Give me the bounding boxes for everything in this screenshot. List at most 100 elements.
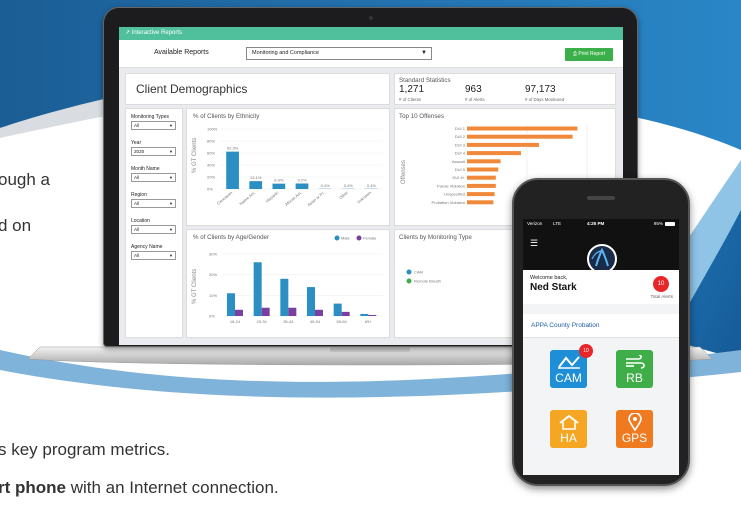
offense-label: Assault xyxy=(452,159,466,164)
offense-bar xyxy=(467,192,495,197)
bar-female-65+ xyxy=(368,314,377,316)
filter-panel: Monitoring Types All ▼ Year 2020 ▼ Month N… xyxy=(125,108,183,338)
filter-label-location: Location xyxy=(131,218,150,224)
report-select-value: Monitoring and Compliance xyxy=(252,50,319,56)
offense-label: DUI 3 xyxy=(455,142,466,147)
print-button-label: Print Report xyxy=(578,51,606,57)
bar-female-18-24 xyxy=(235,309,243,316)
report-select[interactable]: Monitoring and Compliance ▼ xyxy=(246,47,432,60)
bar-hispanic xyxy=(272,183,286,189)
data-label: 13.1% xyxy=(250,175,262,180)
y-tick-label: 80% xyxy=(207,139,215,144)
house-icon xyxy=(559,414,579,430)
data-label: 8.9% xyxy=(274,178,284,183)
tile-rb[interactable]: RB xyxy=(616,350,653,388)
tile-ha[interactable]: HA xyxy=(550,410,587,448)
battery-label: 95% xyxy=(653,221,663,226)
filter-select-agency[interactable]: All ▼ xyxy=(131,251,176,260)
bar-native-am- xyxy=(249,181,263,189)
phone-app-header: ☰ xyxy=(523,228,679,274)
offense-label: DUI 6+ xyxy=(452,175,465,180)
marketing-graphic: ough a d on s key program metrics. rt ph… xyxy=(0,0,741,516)
tile-cam-label: CAM xyxy=(555,371,582,385)
filter-select-month[interactable]: All ▼ xyxy=(131,173,176,182)
y-tick-label: 0% xyxy=(209,314,215,319)
offense-label: DUI 1 xyxy=(455,126,466,131)
filter-select-region[interactable]: All ▼ xyxy=(131,199,176,208)
chart-line-icon xyxy=(558,356,580,369)
filter-label-month: Month Name xyxy=(131,166,160,172)
hamburger-menu-icon[interactable]: ☰ xyxy=(530,238,538,249)
x-tick-label: Unknown xyxy=(356,190,372,205)
offense-bar xyxy=(467,183,496,188)
clock-label: 4:25 PM xyxy=(587,221,605,226)
offense-label: DUI 2 xyxy=(455,134,466,139)
bar-male-35-44 xyxy=(280,278,289,316)
filter-select-year[interactable]: 2020 ▼ xyxy=(131,147,176,156)
stats-title: Standard Statistics xyxy=(399,77,451,84)
x-tick-label: 18-24 xyxy=(230,319,241,324)
tile-cam[interactable]: CAM 10 xyxy=(550,344,593,388)
side-text-line-2: d on xyxy=(0,216,32,235)
bar-female-25-34 xyxy=(261,307,270,316)
legend-marker xyxy=(356,235,362,241)
camera-dot xyxy=(369,16,373,20)
welcome-label: Welcome back, xyxy=(530,275,568,281)
bar-male-25-34 xyxy=(253,262,262,316)
bar-female-35-44 xyxy=(288,307,297,316)
stat-clients-label: # of Clients xyxy=(399,97,421,102)
filter-select-location[interactable]: All ▼ xyxy=(131,225,176,234)
y-axis-label: % GT Clients xyxy=(192,138,198,173)
filter-value: All xyxy=(134,253,140,258)
legend-marker xyxy=(334,235,340,241)
bar-caucasian xyxy=(226,151,239,189)
stat-alerts-label: # of Alerts xyxy=(465,97,485,102)
legend-label: Remote Breath xyxy=(414,279,441,284)
offense-label: Unspecified xyxy=(444,192,465,197)
tile-gps-label: GPS xyxy=(621,431,648,445)
stat-alerts-value: 963 xyxy=(465,84,482,95)
y-tick-label: 20% xyxy=(209,272,217,277)
y-tick-label: 20% xyxy=(207,175,215,180)
x-tick-label: 65+ xyxy=(365,319,372,324)
bar-male-45-54 xyxy=(307,287,315,316)
x-tick-label: Other xyxy=(338,190,349,201)
ethnicity-chart: % GT Clients 100% 80% 60% 40% 20% 0% 62.3% Cauca… xyxy=(192,127,383,207)
x-tick-label: Caucasian xyxy=(216,190,234,206)
carrier-label: Verizon xyxy=(527,221,543,226)
agency-banner[interactable]: APPA County Probation xyxy=(523,314,679,338)
network-label: LTE xyxy=(553,221,562,226)
user-name: Ned Stark xyxy=(530,282,577,293)
offense-bar xyxy=(467,159,501,164)
total-alerts-badge[interactable]: 10 xyxy=(653,276,669,292)
offense-bar xyxy=(467,175,496,180)
y-tick-label: 100% xyxy=(207,127,218,132)
y-tick-label: 40% xyxy=(207,163,215,168)
filter-select-monitoring-types[interactable]: All ▼ xyxy=(131,121,176,130)
filter-value: All xyxy=(134,175,140,180)
filter-label-year: Year xyxy=(131,140,142,146)
print-report-button[interactable]: ⎙ Print Report xyxy=(565,48,613,61)
standard-statistics-card: Standard Statistics 1,271 # of Clients 9… xyxy=(394,73,616,105)
chart-icon: ↗ xyxy=(125,30,131,36)
stat-days-value: 97,173 xyxy=(525,84,556,95)
demographics-title-card: Client Demographics xyxy=(125,73,390,105)
side-text-rest: with an Internet connection. xyxy=(66,478,279,497)
tile-gps[interactable]: GPS xyxy=(616,410,653,448)
side-text-line-3: s key program metrics. xyxy=(0,440,170,459)
page-title: Client Demographics xyxy=(136,82,248,96)
x-tick-label: 35-44 xyxy=(283,319,294,324)
legend-label: CAM xyxy=(414,270,423,275)
chevron-down-icon: ▼ xyxy=(169,149,173,154)
legend-label: Female xyxy=(363,236,377,241)
offense-label: DUI 5 xyxy=(455,167,466,172)
x-tick-label: 25-34 xyxy=(257,319,268,324)
x-tick-label: African Am. xyxy=(284,190,303,207)
tile-rb-label: RB xyxy=(626,371,643,385)
filter-label-monitoring-types: Monitoring Types xyxy=(131,114,169,120)
bar-female-55-64 xyxy=(341,311,350,316)
x-tick-label: Native Am. xyxy=(238,190,256,206)
tile-ha-label: HA xyxy=(560,431,577,445)
chevron-down-icon: ▼ xyxy=(169,227,173,232)
bar-male-65+ xyxy=(360,313,369,316)
